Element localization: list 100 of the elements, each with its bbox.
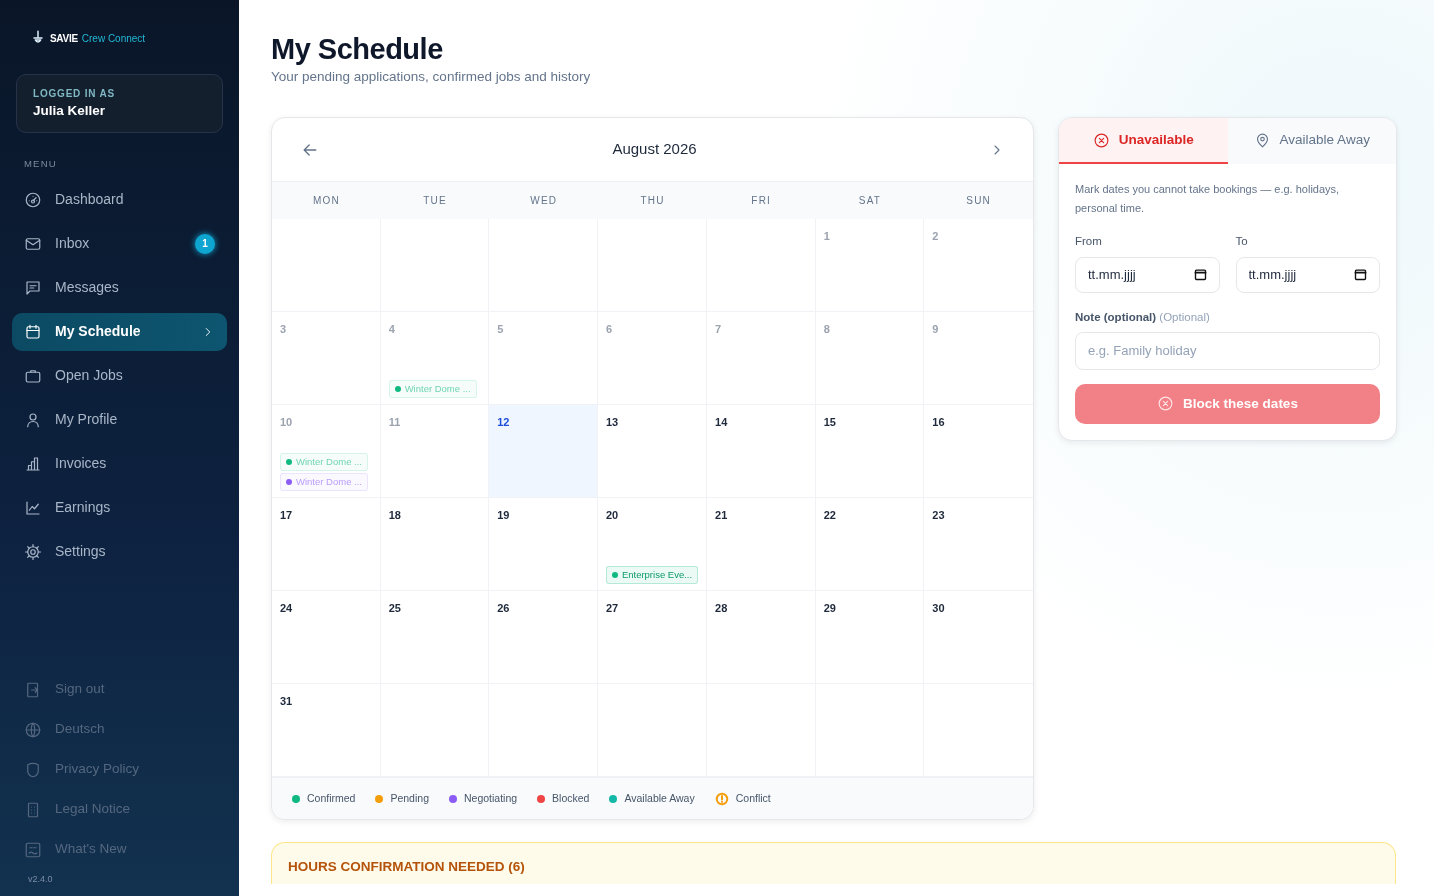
day-cell[interactable]: 22 [815,498,925,592]
menu-heading: MENU [23,157,58,172]
day-number: 16 [932,415,945,431]
day-cell[interactable]: 25 [380,591,490,685]
day-cell[interactable]: 30 [924,591,1033,685]
day-number: 26 [497,601,510,617]
event-title: Winter Dome ... [296,474,362,489]
x-circle-icon [1092,131,1110,149]
event-title: Winter Dome ... [296,454,362,469]
x-circle-icon [1157,395,1175,413]
day-cell[interactable]: 29 [815,591,925,685]
weekday-label: SAT [857,194,883,209]
day-number: 18 [388,508,401,524]
weekday-label: THU [639,194,666,209]
brand-name: SAVIE [50,31,78,46]
sidebar-item[interactable]: Invoices [12,444,227,483]
legend-label: Available Away [624,790,695,806]
day-cell[interactable]: 28 [707,591,816,685]
calendar-icon [24,322,42,341]
calendar-icon [1192,266,1208,282]
day-number: 28 [715,601,728,617]
day-number: 13 [605,415,619,431]
day-cell[interactable]: 18 [380,498,490,592]
day-number: 30 [932,601,945,617]
product-name: Crew Connect [81,31,146,46]
day-number: 3 [280,322,287,338]
day-number: 7 [715,322,722,338]
tab[interactable]: Available Away [1227,118,1396,165]
legend-label: Blocked [552,790,590,806]
day-number: 15 [823,415,836,431]
chat-icon [24,278,42,297]
legend-label: Pending [390,790,429,806]
day-number: 12 [497,415,510,431]
day-number: 31 [280,694,293,710]
field-label: Note (optional) (Optional) [1075,309,1211,325]
sidebar-item[interactable]: Open Jobs [12,356,227,395]
logo-icon [30,30,46,46]
user-label: LOGGED IN AS [33,87,116,101]
event-title: Enterprise Eve... [621,567,693,582]
weekday-label: TUE [422,194,448,209]
day-number: 8 [823,322,830,338]
sidebar-item[interactable]: Settings [12,532,227,571]
weekday-label: FRI [750,194,773,209]
day-number: 4 [388,322,395,338]
day-cell[interactable]: 12 [489,405,598,499]
date-field[interactable]: tt.mm.jjjj [1235,256,1380,293]
day-cell[interactable]: 21 [707,498,816,592]
bar-chart-icon [24,454,42,473]
day-number: 1 [823,229,830,245]
count-badge: 1 [195,233,215,254]
globe-icon [24,720,42,739]
sidebar-item[interactable]: Dashboard [12,180,227,219]
weekday-label: WED [529,194,559,209]
sidebar-item[interactable]: Messages [12,268,227,307]
legend-label: Confirmed [307,790,356,806]
version-text: v2.4.0 [27,872,54,886]
day-cell[interactable]: 27 [597,591,708,685]
calendar-icon [1353,266,1368,282]
day-number: 14 [715,415,728,431]
day-cell[interactable]: 23 [924,498,1033,592]
day-cell[interactable]: 16 [924,405,1033,499]
tab[interactable]: Unavailable [1059,118,1228,165]
day-number: 22 [823,508,836,524]
sidebar-item[interactable]: My Schedule [12,312,227,351]
day-number: 6 [605,322,612,338]
day-cell[interactable]: 17 [272,498,381,592]
date-field[interactable]: tt.mm.jjjj [1075,256,1220,293]
sidebar-item[interactable]: My Profile [12,400,227,439]
user-name: Julia Keller [33,102,107,120]
field-label: To [1235,234,1249,250]
day-cell[interactable]: 15 [815,405,925,499]
legend-label: Conflict [735,790,771,806]
day-number: 20 [605,508,619,524]
legend-label: Negotiating [464,790,518,806]
settings-icon [24,542,42,561]
person-icon [24,410,42,429]
page-title: My Schedule [271,32,444,67]
day-number: 10 [280,415,293,431]
day-cell[interactable]: 24 [272,591,381,685]
day-number: 27 [605,601,619,617]
sidebar-item[interactable]: Inbox 1 [12,224,227,263]
day-cell[interactable]: 13 [597,405,708,499]
note-field[interactable]: e.g. Family holiday [1075,331,1380,370]
event-title: Winter Dome ... [404,381,471,396]
sidebar-item[interactable]: Earnings [12,488,227,527]
weekday-label: MON [311,194,341,209]
day-number: 29 [823,601,836,617]
day-number: 24 [280,601,293,617]
day-cell[interactable]: 19 [489,498,598,592]
shield-icon [24,760,42,779]
day-number: 9 [932,322,939,338]
event-chip[interactable]: Enterprise Eve... [605,565,699,585]
day-number: 2 [932,229,939,245]
day-cell[interactable]: 14 [707,405,816,499]
day-cell[interactable]: 26 [489,591,598,685]
day-number: 23 [932,508,945,524]
field-label: From [1075,234,1103,250]
description-text: Mark dates you cannot take bookings — e.g. holidays, personal time. [1075,182,1341,216]
day-cell[interactable]: 20 Enterprise Eve... [597,498,708,592]
day-number: 5 [497,322,504,338]
